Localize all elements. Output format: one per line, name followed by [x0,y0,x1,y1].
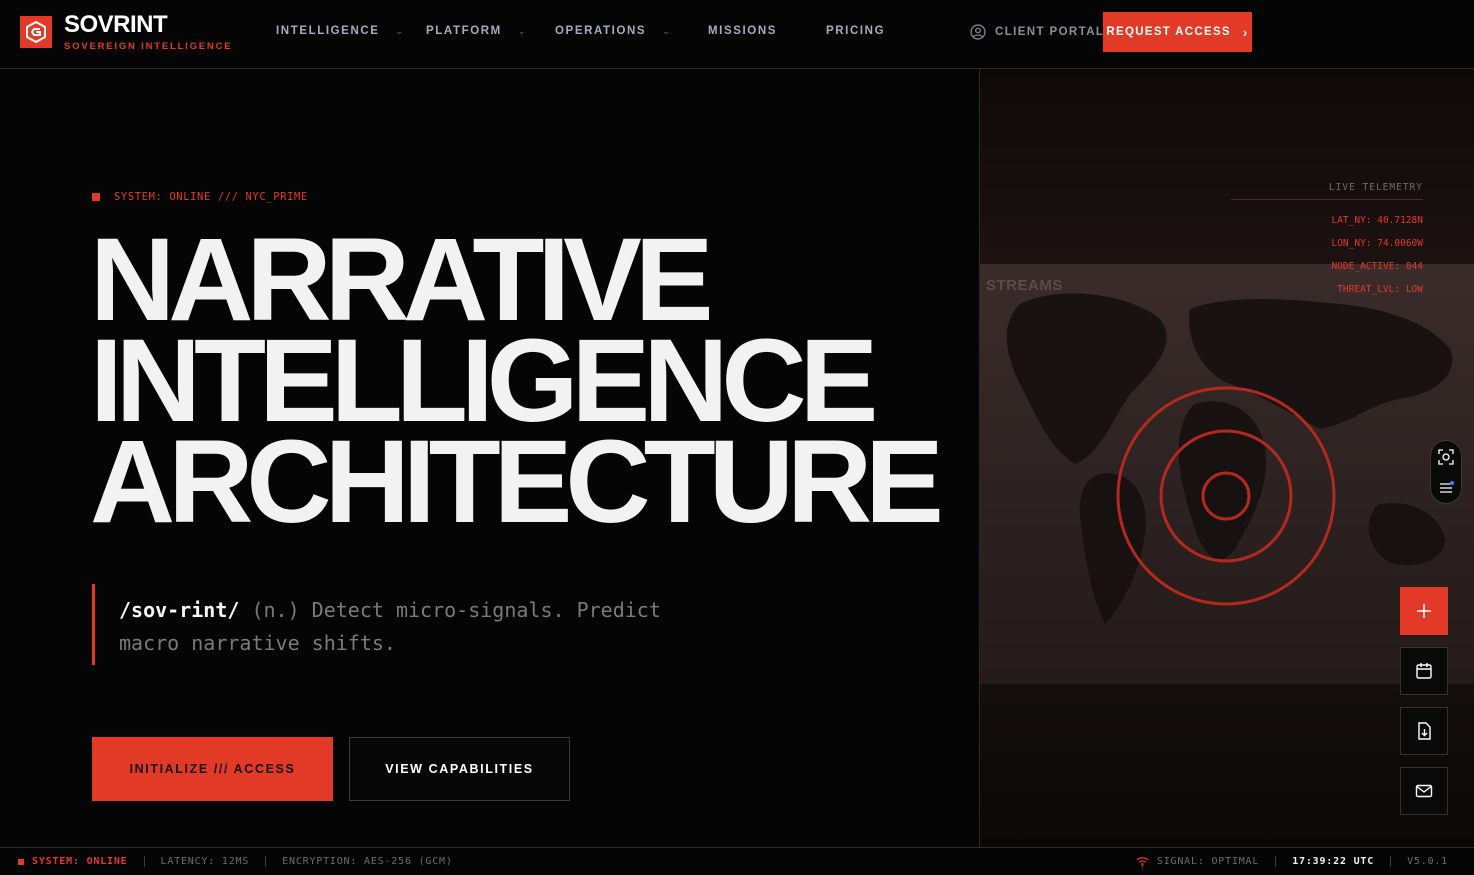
hero-headline: NARRATIVE INTELLIGENCE ARCHITECTURE [90,221,944,548]
telemetry-row: THREAT_LVL: LOW [1337,284,1423,295]
calendar-button[interactable] [1400,647,1448,695]
top-navbar: SOVRINT SOVEREIGN INTELLIGENCE INTELLIGE… [0,0,1474,69]
divider [265,856,267,867]
divider [1275,856,1277,867]
user-circle-icon [970,24,986,40]
status-square-icon [18,858,24,865]
shield-logo-icon[interactable] [20,16,52,48]
nav-label: OPERATIONS [555,25,647,37]
footer-system-text: SYSTEM: ONLINE [32,856,128,867]
telemetry-row: LAT_NY: 40.7128N [1331,215,1423,226]
download-button[interactable] [1400,707,1448,755]
definition-term: /sov-rint/ [119,598,240,622]
view-capabilities-button[interactable]: VIEW CAPABILITIES [349,737,570,801]
footer-encryption: ENCRYPTION: AES-256 (GCM) [282,856,453,867]
assistant-dock[interactable] [1430,440,1462,504]
scan-icon[interactable] [1438,448,1454,465]
menu-lines-icon[interactable] [1438,480,1454,496]
plus-icon [1417,604,1431,618]
nav-label: INTELLIGENCE [276,25,380,37]
nav-label: MISSIONS [708,25,778,37]
request-access-button[interactable]: REQUEST ACCESS › [1103,12,1252,52]
client-portal-label: CLIENT PORTAL [995,26,1105,38]
telemetry-title: LIVE TELEMETRY [1231,182,1423,200]
client-portal-link[interactable]: CLIENT PORTAL [970,24,1104,40]
divider [1390,856,1392,867]
nav-missions[interactable]: MISSIONS [708,25,777,37]
system-status-text: SYSTEM: ONLINE /// NYC_PRIME [114,191,308,203]
definition-block: /sov-rint/ (n.) Detect micro-signals. Pr… [92,584,692,665]
chevron-down-icon: ⌄ [395,25,405,36]
initialize-access-button[interactable]: INITIALIZE /// ACCESS [92,737,333,801]
add-button[interactable] [1400,587,1448,635]
live-telemetry: LIVE TELEMETRY LAT_NY: 40.7128N LON_NY: … [1231,182,1423,301]
system-status-line: SYSTEM: ONLINE /// NYC_PRIME [92,191,308,203]
footer-clock: 17:39:22 UTC [1292,856,1375,867]
nav-operations[interactable]: OPERATIONS ⌄ [555,25,671,37]
nav-intelligence[interactable]: INTELLIGENCE ⌄ [276,25,405,37]
footer-signal: SIGNAL: OPTIMAL [1156,856,1260,867]
mail-icon [1415,784,1433,798]
telemetry-row: LON_NY: 74.0060W [1331,238,1423,249]
headline-line: ARCHITECTURE [90,416,944,548]
calendar-icon [1416,663,1432,679]
brand-tagline: SOVEREIGN INTELLIGENCE [64,41,233,52]
footer-latency: LATENCY: 12MS [160,856,250,867]
divider [143,856,145,867]
nav-label: PLATFORM [426,25,502,37]
nav-label: PRICING [826,25,886,37]
screen-label: STREAMS [986,277,1063,294]
mail-button[interactable] [1400,767,1448,815]
request-access-label: REQUEST ACCESS [1106,26,1231,38]
nav-pricing[interactable]: PRICING [826,25,885,37]
file-download-icon [1418,722,1431,740]
footer-system-status: SYSTEM: ONLINE [18,856,128,867]
chevron-right-icon: › [1242,24,1249,40]
status-bar: SYSTEM: ONLINE LATENCY: 12MS ENCRYPTION:… [0,847,1474,875]
wifi-signal-icon [1136,857,1149,867]
footer-version: V5.0.1 [1407,856,1448,867]
telemetry-row: NODE_ACTIVE: 844 [1331,261,1423,272]
chevron-down-icon: ⌄ [517,25,527,36]
brand-name[interactable]: SOVRINT [64,11,168,39]
chevron-down-icon: ⌄ [662,25,672,36]
nav-platform[interactable]: PLATFORM ⌄ [426,25,527,37]
status-square-icon [92,193,100,201]
